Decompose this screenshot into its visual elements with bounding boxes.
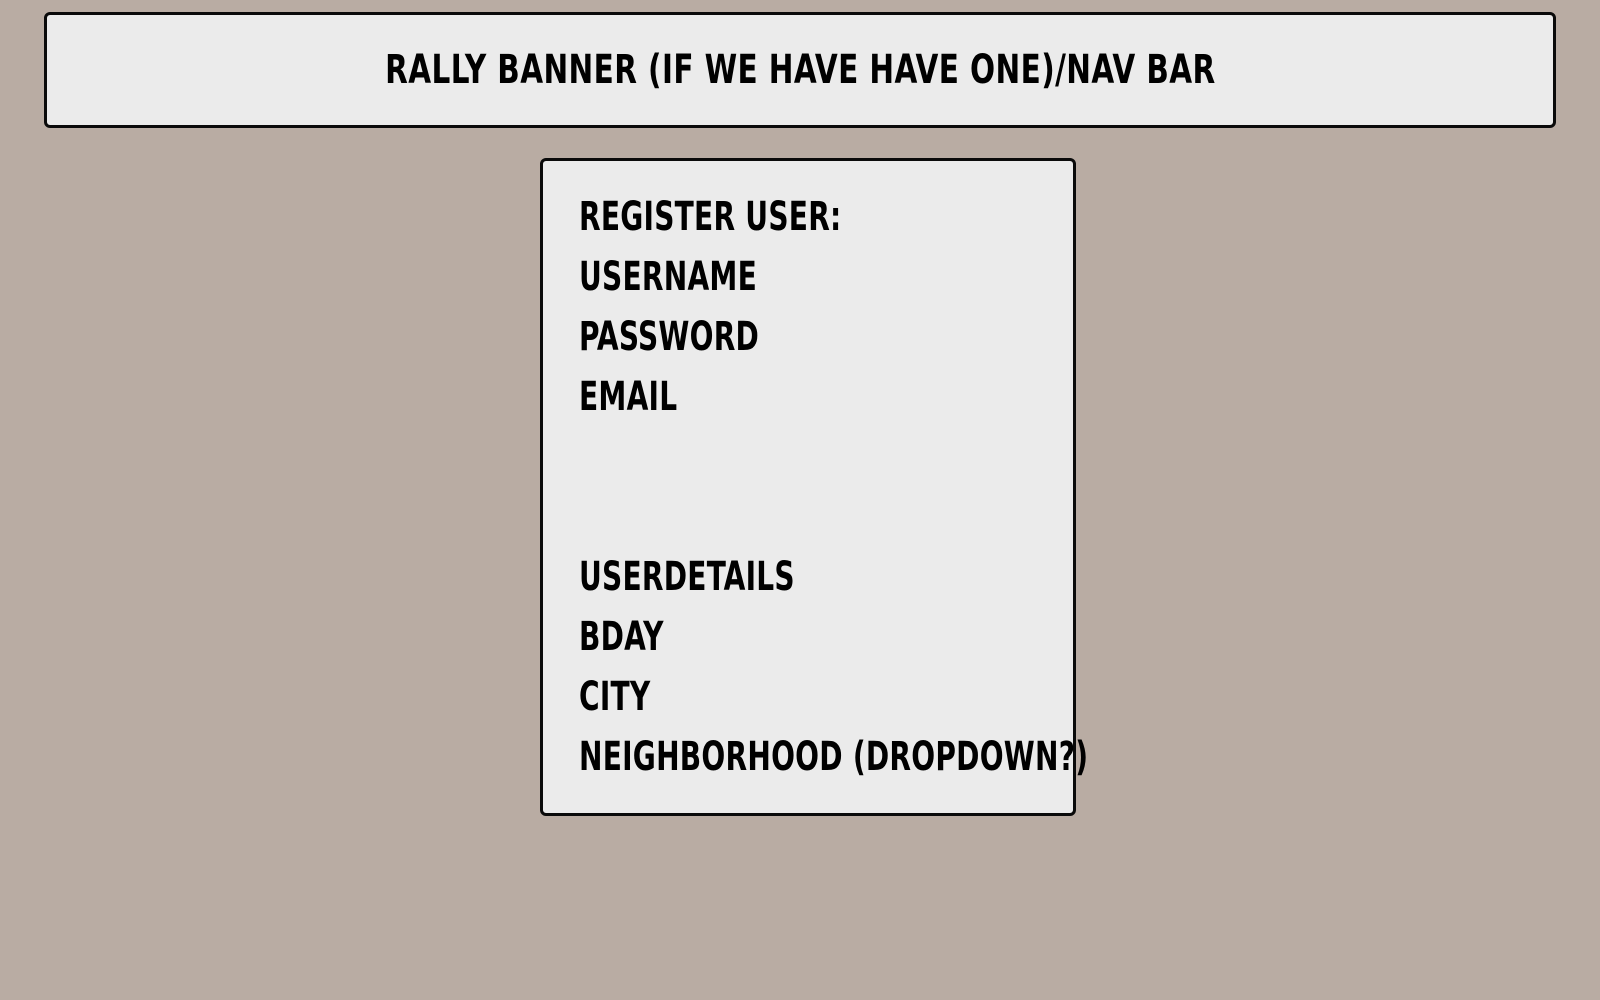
email-field[interactable]: EMAIL: [579, 377, 677, 417]
city-field[interactable]: CITY: [579, 677, 650, 717]
username-field[interactable]: USERNAME: [579, 257, 757, 297]
nav-banner: RALLY BANNER (IF WE HAVE HAVE ONE)/NAV B…: [44, 12, 1556, 128]
password-field[interactable]: PASSWORD: [579, 317, 759, 357]
user-details-heading: USERDETAILS: [579, 554, 795, 600]
bday-field[interactable]: BDAY: [579, 617, 664, 657]
neighborhood-dropdown[interactable]: NEIGHBORHOOD (DROPDOWN?): [579, 737, 1088, 777]
register-user-heading: REGISTER USER:: [579, 194, 842, 240]
register-form: REGISTER USER: USERNAME PASSWORD EMAIL U…: [540, 158, 1088, 816]
banner-title: RALLY BANNER (IF WE HAVE HAVE ONE)/NAV B…: [384, 47, 1216, 93]
